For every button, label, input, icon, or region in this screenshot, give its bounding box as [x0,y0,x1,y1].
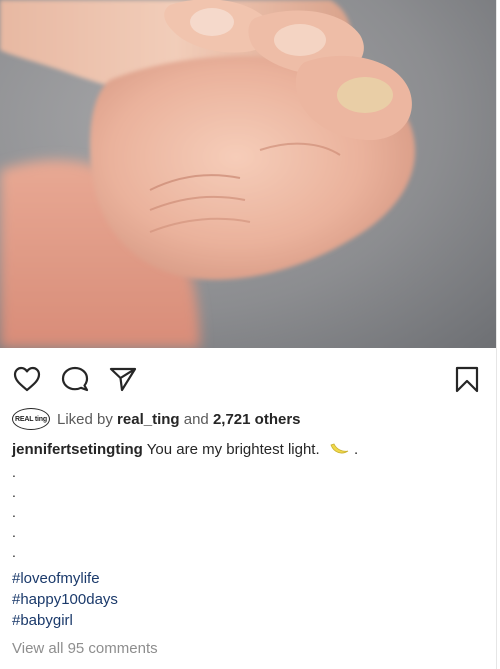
caption-dots: . . . . . [12,462,32,562]
comment-bubble-icon [61,366,89,392]
dot-line: . [12,504,16,520]
likes-prefix: Liked by [57,410,113,428]
caption-username-link[interactable]: jennifertsetingting [12,441,143,458]
bottom-divider [0,660,496,669]
baby-hand-image [0,0,496,348]
crescent-moon-icon [328,441,350,463]
action-bar [0,348,496,404]
liked-by-user-link[interactable]: real_ting [117,411,180,428]
share-button[interactable] [108,364,138,394]
save-button[interactable] [452,364,482,394]
avatar[interactable]: REAL ting [12,408,50,430]
hashtag-link[interactable]: #babygirl [12,610,118,631]
hashtag-link[interactable]: #loveofmylife [12,568,118,589]
dot-line: . [12,524,16,540]
comment-button[interactable] [60,364,90,394]
hashtag-list: #loveofmylife #happy100days #babygirl [12,568,118,631]
instagram-post: REAL ting Liked by real_ting and 2,721 o… [0,0,497,669]
heart-outline-icon [13,366,41,392]
likes-row: REAL ting Liked by real_ting and 2,721 o… [12,406,301,432]
dot-line: . [12,464,16,480]
avatar-text: REAL ting [15,415,47,423]
likes-connector: and [183,410,209,428]
like-button[interactable] [12,364,42,394]
caption-trailing: . [353,441,359,458]
likes-count-link[interactable]: 2,721 others [213,411,301,428]
post-photo[interactable] [0,0,496,348]
post-caption: jennifertsetingting You are my brightest… [12,440,482,463]
caption-text: You are my brightest light. [146,441,320,458]
bookmark-outline-icon [455,366,479,393]
hashtag-link[interactable]: #happy100days [12,589,118,610]
view-comments-link[interactable]: View all 95 comments [12,640,158,657]
dot-line: . [12,484,16,500]
paper-plane-icon [109,367,137,392]
dot-line: . [12,544,16,560]
